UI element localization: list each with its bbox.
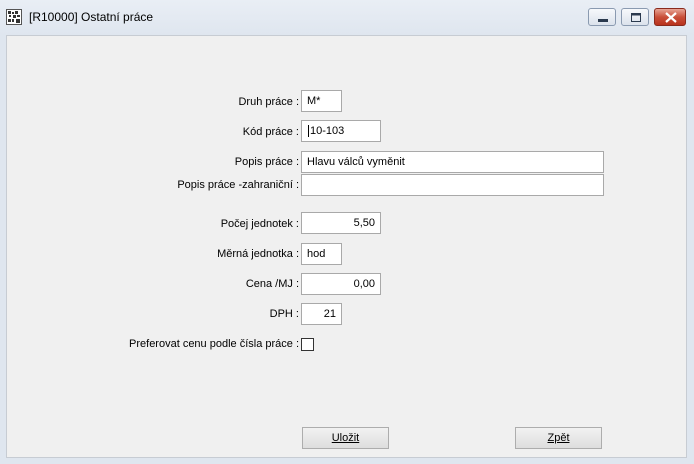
close-icon: [665, 12, 677, 23]
preferovat-label: Preferovat cenu podle čísla práce :: [129, 338, 299, 350]
form-panel: [6, 35, 687, 458]
minimize-icon: [598, 19, 608, 22]
kod-prace-field[interactable]: 10-103: [301, 120, 381, 142]
dph-field[interactable]: 21: [301, 303, 342, 325]
window-frame-bottom: [0, 458, 694, 464]
maximize-icon: [631, 13, 641, 22]
back-button[interactable]: Zpět: [515, 427, 602, 449]
pocet-jednotek-label: Počej jednotek :: [220, 218, 299, 230]
window: [R10000] Ostatní práce Druh práce : M* K…: [0, 0, 694, 464]
maximize-button[interactable]: [621, 8, 649, 26]
save-button[interactable]: Uložit: [302, 427, 389, 449]
cena-mj-label: Cena /MJ :: [245, 278, 299, 290]
druh-prace-field[interactable]: M*: [301, 90, 342, 112]
minimize-button[interactable]: [588, 8, 616, 26]
dph-label: DPH :: [269, 308, 299, 320]
preferovat-checkbox[interactable]: [301, 338, 314, 351]
popis-prace-field[interactable]: Hlavu válců vyměnit: [301, 151, 604, 173]
kod-prace-label: Kód práce :: [242, 126, 299, 138]
druh-prace-label: Druh práce :: [238, 96, 299, 108]
popis-zahranicni-field[interactable]: [301, 174, 604, 196]
cena-mj-field[interactable]: 0,00: [301, 273, 381, 295]
window-title: [R10000] Ostatní práce: [29, 10, 154, 24]
merna-jednotka-label: Měrná jednotka :: [217, 248, 299, 260]
close-button[interactable]: [654, 8, 686, 26]
back-button-label: Zpět: [547, 432, 570, 444]
save-button-label: Uložit: [331, 432, 360, 444]
app-icon[interactable]: [6, 9, 22, 25]
pocet-jednotek-field[interactable]: 5,50: [301, 212, 381, 234]
popis-zahranicni-label: Popis práce -zahraniční :: [177, 179, 299, 191]
merna-jednotka-field[interactable]: hod: [301, 243, 342, 265]
popis-prace-label: Popis práce :: [234, 156, 299, 168]
window-frame-right: [687, 35, 694, 464]
title-bar[interactable]: [R10000] Ostatní práce: [0, 0, 694, 35]
kod-prace-value: 10-103: [308, 125, 345, 137]
